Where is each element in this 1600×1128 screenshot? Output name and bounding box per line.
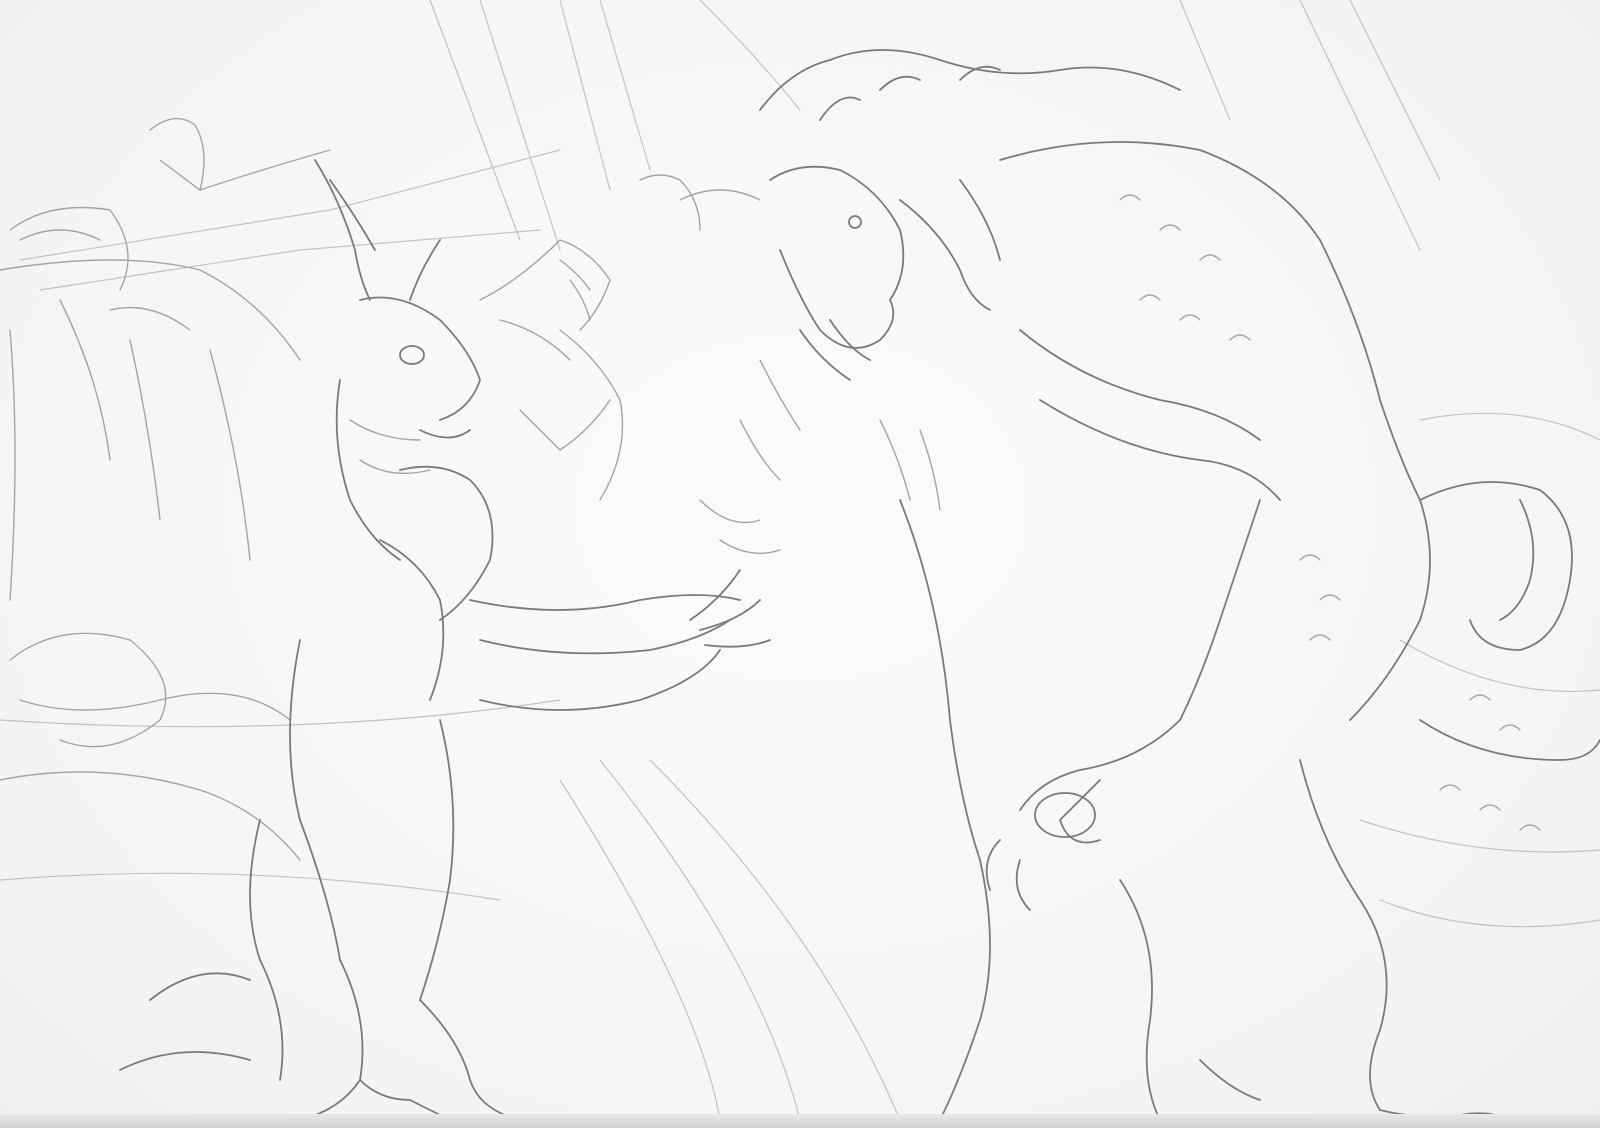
- right-dragon-texture: [639, 174, 1541, 831]
- paper-bottom-edge: [0, 1114, 1600, 1128]
- right-dragon-figure-icon: [759, 49, 1600, 1121]
- sketch-paper: [0, 0, 1600, 1128]
- left-dragon-wing: [0, 117, 331, 861]
- left-dragon-head-detail: [349, 239, 624, 501]
- left-dragon-figure-icon: [119, 159, 771, 1121]
- pencil-drawing: [0, 0, 1600, 1121]
